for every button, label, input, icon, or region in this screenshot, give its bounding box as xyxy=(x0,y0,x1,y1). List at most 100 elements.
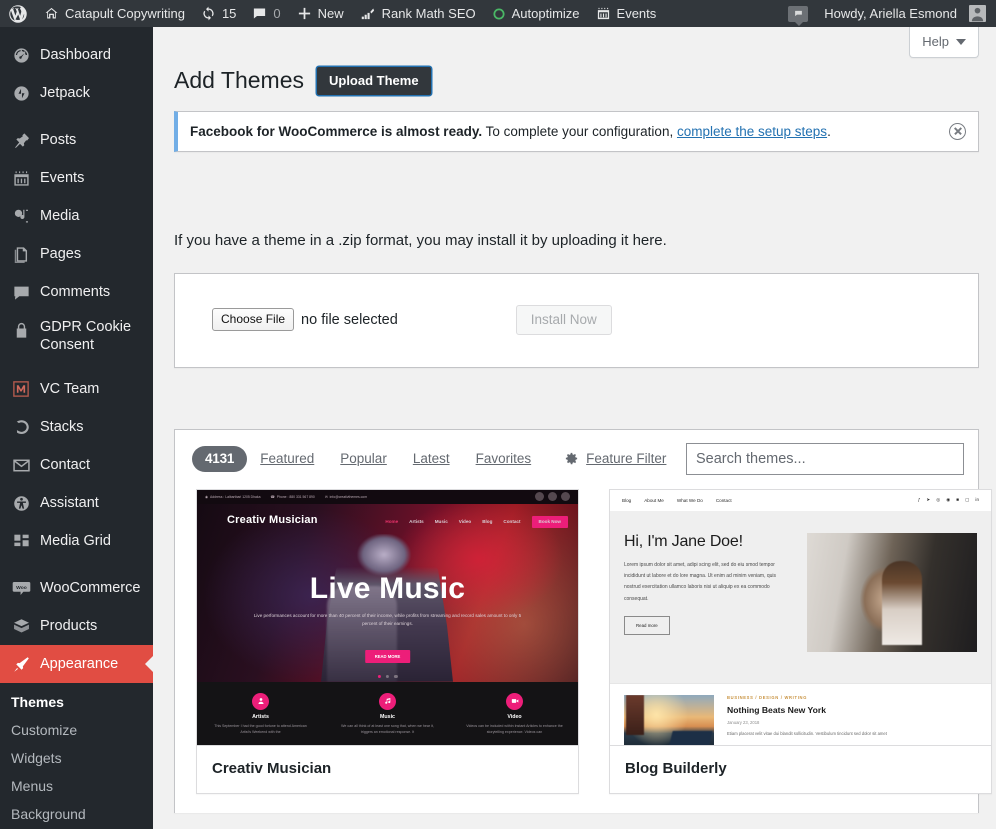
adminbar-my-account[interactable]: Howdy, Ariella Esmond xyxy=(816,0,996,27)
sidebar-item-stacks[interactable]: Stacks xyxy=(0,408,153,446)
location-icon: ◉ xyxy=(205,495,208,499)
main-content: Help Add Themes Upload Theme Facebook fo… xyxy=(153,27,996,829)
grid-icon xyxy=(11,531,31,551)
cm-topbar-address-text: Address : Lalbartbari 1205 Dhaka xyxy=(210,495,261,499)
cm-nav-music: Music xyxy=(435,519,448,524)
youtube-icon: ■ xyxy=(956,497,959,503)
sidebar-item-dashboard[interactable]: Dashboard xyxy=(0,36,153,74)
theme-screenshot[interactable]: 𝒦𝒭 ◉ Address : Lalbartbari 1205 Dhaka ☎ xyxy=(197,490,578,745)
bb-nav: Blog About Me What We Do Contact ƒ ➤ ◎ ◉… xyxy=(610,490,991,511)
sidebar-item-label: VC Team xyxy=(40,380,99,398)
page-header: Add Themes Upload Theme xyxy=(153,58,996,96)
theme-grid: 𝒦𝒭 ◉ Address : Lalbartbari 1205 Dhaka ☎ xyxy=(175,489,978,794)
sidebar-item-jetpack[interactable]: Jetpack xyxy=(0,74,153,112)
adminbar-wp-logo[interactable] xyxy=(0,0,36,27)
bb-hero: Hi, I'm Jane Doe! Lorem ipsum dolor sit … xyxy=(610,511,991,652)
submenu-item-menus[interactable]: Menus xyxy=(0,772,153,800)
feature-filter-label: Feature Filter xyxy=(586,451,666,466)
page-title: Add Themes xyxy=(174,66,304,96)
sidebar-item-label: WooCommerce xyxy=(40,579,140,597)
creativ-musician-preview: 𝒦𝒭 ◉ Address : Lalbartbari 1205 Dhaka ☎ xyxy=(197,490,578,745)
feature-filter-button[interactable]: Feature Filter xyxy=(544,446,679,471)
adminbar-rank-math[interactable]: Rank Math SEO xyxy=(352,0,484,27)
adminbar-site-name[interactable]: Catapult Copywriting xyxy=(36,0,193,27)
filter-tab-popular[interactable]: Popular xyxy=(327,446,400,471)
sidebar-item-products[interactable]: Products xyxy=(0,607,153,645)
filter-tab-latest[interactable]: Latest xyxy=(400,446,463,471)
submenu-item-background[interactable]: Background xyxy=(0,800,153,828)
phone-icon: ☎ xyxy=(270,495,274,499)
filter-tab-featured[interactable]: Featured xyxy=(247,446,327,471)
bb-body-text: Lorem ipsum dolor sit amet, adipi scing … xyxy=(624,560,793,605)
dismiss-icon[interactable] xyxy=(949,123,966,140)
adminbar-comments[interactable]: 0 xyxy=(244,0,288,27)
sidebar-item-gdpr-cookie-consent[interactable]: GDPR Cookie Consent xyxy=(0,311,153,361)
help-tab-wrap: Help xyxy=(153,27,996,58)
theme-screenshot[interactable]: Blog About Me What We Do Contact ƒ ➤ ◎ ◉… xyxy=(610,490,991,745)
cm-top-contact-bar: ◉ Address : Lalbartbari 1205 Dhaka ☎ Pho… xyxy=(197,490,578,504)
search-input[interactable] xyxy=(686,443,964,475)
sidebar-item-contact[interactable]: Contact xyxy=(0,446,153,484)
bb-post-categories: BUSINESS / DESIGN / WRITING xyxy=(727,695,887,700)
accessibility-icon xyxy=(11,493,31,513)
theme-name: Blog Builderly xyxy=(610,745,991,793)
submenu-item-label: Widgets xyxy=(11,750,62,766)
cm-feature-artists-desc: This September I had the good fortune to… xyxy=(197,723,324,736)
adminbar-updates[interactable]: 15 xyxy=(193,0,244,27)
linkedin-icon: in xyxy=(975,497,979,503)
submenu-item-widgets[interactable]: Widgets xyxy=(0,744,153,772)
sidebar-item-woocommerce[interactable]: Woo WooCommerce xyxy=(0,569,153,607)
sidebar-item-label: Media Grid xyxy=(40,532,111,550)
theme-card[interactable]: Blog About Me What We Do Contact ƒ ➤ ◎ ◉… xyxy=(609,489,992,794)
cm-slider-dot-3 xyxy=(394,675,397,678)
bb-social-links: ƒ ➤ ◎ ◉ ■ ▢ in xyxy=(918,497,979,503)
help-button[interactable]: Help xyxy=(909,27,979,58)
bb-nav-about-me: About Me xyxy=(644,498,664,503)
install-now-button[interactable]: Install Now xyxy=(516,305,612,335)
cm-feature-video-desc: Videos can be included within Instant Ar… xyxy=(451,723,578,736)
sidebar-item-assistant[interactable]: Assistant xyxy=(0,484,153,522)
woocommerce-icon: Woo xyxy=(11,578,31,598)
autoptimize-icon xyxy=(492,7,506,21)
rank-math-icon xyxy=(360,6,376,21)
adminbar-notifications[interactable] xyxy=(780,0,816,27)
sidebar-item-appearance[interactable]: Appearance xyxy=(0,645,153,683)
filter-tab-favorites[interactable]: Favorites xyxy=(463,446,545,471)
sidebar-item-media-grid[interactable]: Media Grid xyxy=(0,522,153,560)
file-input-group[interactable]: Choose File no file selected xyxy=(212,308,398,331)
adminbar-new[interactable]: New xyxy=(289,0,352,27)
theme-search-wrap xyxy=(686,443,964,475)
twitter-icon xyxy=(548,492,557,501)
choose-file-button[interactable]: Choose File xyxy=(212,308,294,331)
paintbrush-icon xyxy=(11,654,31,674)
sidebar-item-events[interactable]: Events xyxy=(0,159,153,197)
sidebar-item-media[interactable]: Media xyxy=(0,197,153,235)
notice-link[interactable]: complete the setup steps xyxy=(677,124,827,139)
cm-feature-video-title: Video xyxy=(451,714,578,720)
video-camera-icon xyxy=(506,693,523,710)
sidebar-item-vc-team[interactable]: VC Team xyxy=(0,370,153,408)
submenu-item-label: Background xyxy=(11,806,86,822)
cm-feature-artists-title: Artists xyxy=(197,714,324,720)
facebook-icon xyxy=(535,492,544,501)
bb-headline: Hi, I'm Jane Doe! xyxy=(624,533,793,551)
vimeo-icon: ▢ xyxy=(965,497,969,503)
adminbar-events[interactable]: Events xyxy=(588,0,665,27)
submenu-item-customize[interactable]: Customize xyxy=(0,716,153,744)
file-status-label: no file selected xyxy=(301,312,398,328)
sidebar-item-comments[interactable]: Comments xyxy=(0,273,153,311)
artist-icon xyxy=(252,693,269,710)
submenu-item-themes[interactable]: Themes xyxy=(0,688,153,716)
sidebar-item-label: Pages xyxy=(40,245,81,263)
home-icon xyxy=(44,6,59,21)
cm-feature-music-title: Music xyxy=(324,714,451,720)
theme-card[interactable]: 𝒦𝒭 ◉ Address : Lalbartbari 1205 Dhaka ☎ xyxy=(196,489,579,794)
sidebar-item-label: Appearance xyxy=(40,655,118,673)
sidebar-item-pages[interactable]: Pages xyxy=(0,235,153,273)
adminbar-comments-count: 0 xyxy=(273,6,280,21)
upload-theme-button[interactable]: Upload Theme xyxy=(317,67,431,95)
sidebar-item-label: Assistant xyxy=(40,494,99,512)
adminbar-autoptimize[interactable]: Autoptimize xyxy=(484,0,588,27)
sidebar-item-posts[interactable]: Posts xyxy=(0,121,153,159)
theme-upload-box: Choose File no file selected Install Now xyxy=(174,273,979,368)
